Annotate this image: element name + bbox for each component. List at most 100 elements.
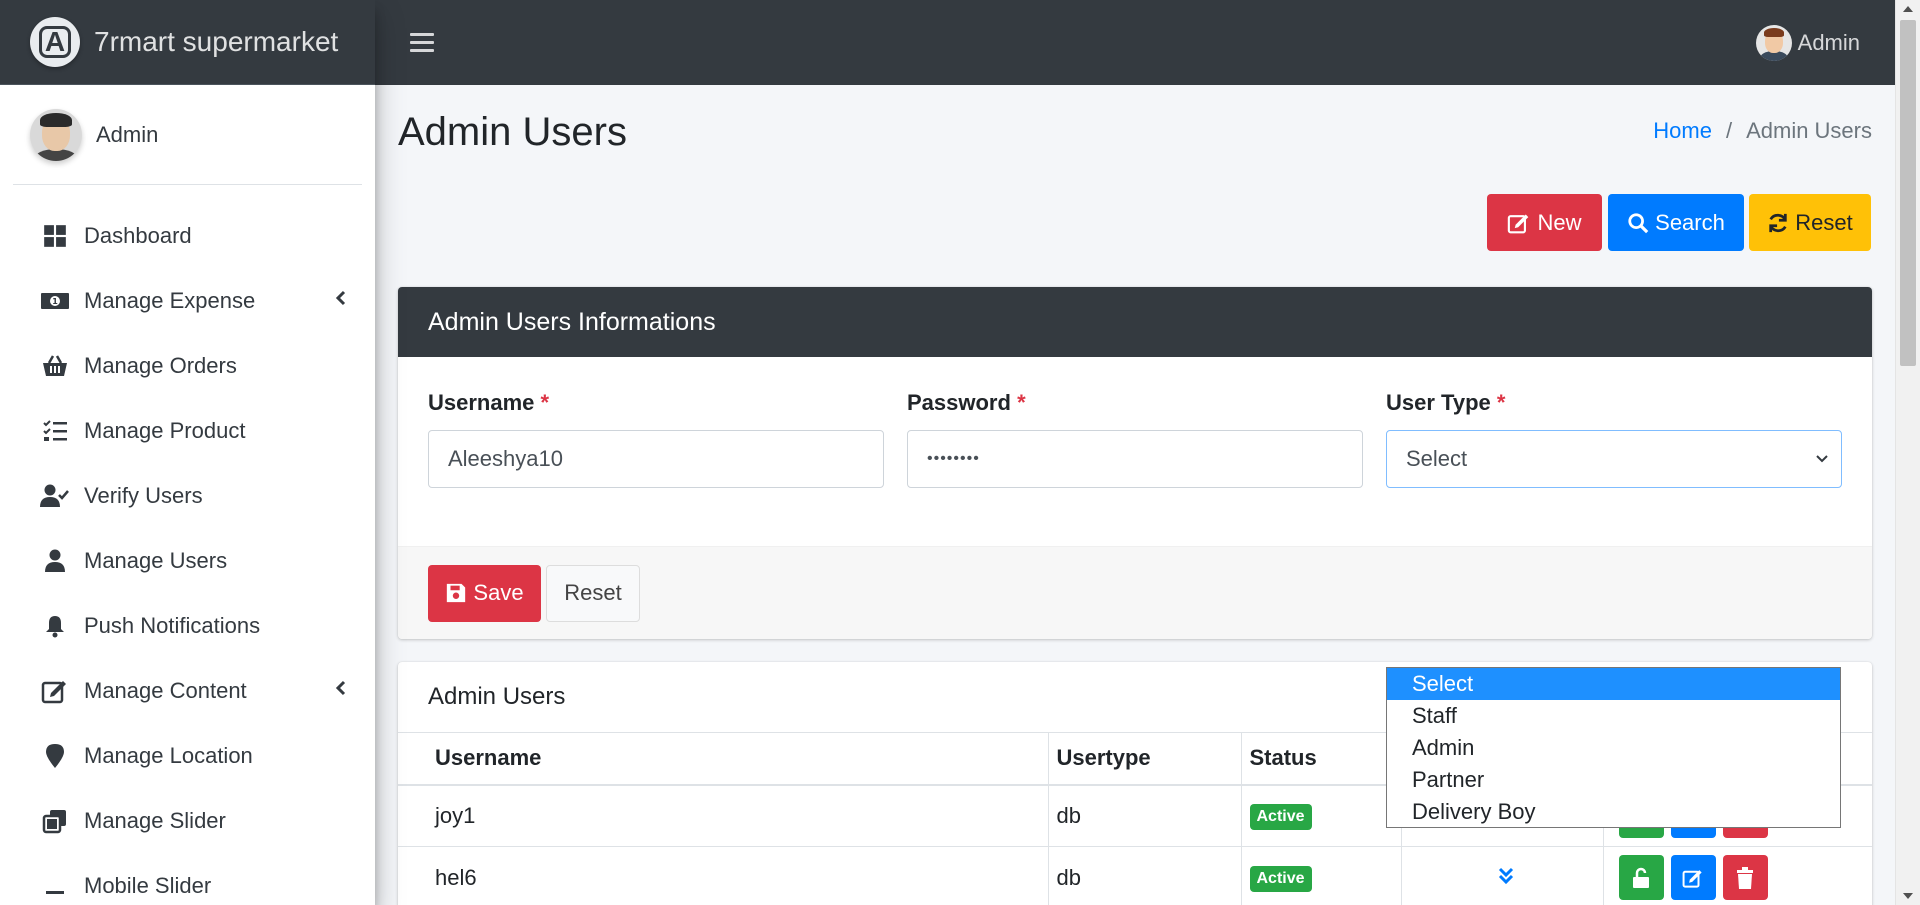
user-type-option[interactable]: Staff: [1387, 700, 1840, 732]
cell-usertype: db: [1047, 846, 1241, 905]
reset-button-label: Reset: [1795, 209, 1853, 235]
cell-status: Active: [1240, 784, 1401, 847]
user-type-select[interactable]: Select: [1386, 430, 1842, 488]
sidebar-item-label: Dashboard: [84, 222, 192, 248]
username-label: Username *: [428, 390, 550, 415]
sidebar-item-label: Manage Expense: [84, 287, 256, 313]
username-input[interactable]: Aleeshya10: [428, 430, 884, 488]
save-button[interactable]: Save: [428, 564, 541, 622]
angle-double-down-icon[interactable]: [1498, 867, 1514, 885]
top-user-name: Admin: [1797, 30, 1860, 55]
password-value: ••••••••: [927, 450, 980, 467]
search-button-label: Search: [1655, 209, 1725, 235]
cell-usertype: db: [1047, 784, 1241, 847]
breadcrumb: Home / Admin Users: [1653, 118, 1872, 144]
breadcrumb-home-link[interactable]: Home: [1653, 118, 1712, 144]
sidebar-item-verify-users[interactable]: Verify Users: [0, 463, 375, 528]
sidebar-item-push-notifications[interactable]: Push Notifications: [0, 593, 375, 658]
user-panel: Admin: [13, 85, 362, 185]
sidebar-item-label: Mobile Slider: [84, 872, 212, 898]
user-icon: [40, 546, 70, 576]
brand-logo-icon: A: [30, 17, 80, 67]
scroll-down-icon[interactable]: [1903, 893, 1913, 899]
svg-text:1: 1: [52, 297, 58, 306]
cell-username: joy1: [398, 784, 1048, 847]
sidebar-item-dashboard[interactable]: Dashboard: [0, 203, 375, 268]
chevron-down-icon: [1816, 455, 1828, 463]
cell-username: hel6: [398, 846, 1048, 905]
column-header-status: Status: [1240, 732, 1401, 786]
sync-icon: [1769, 213, 1787, 232]
new-button-label: New: [1537, 209, 1582, 235]
user-check-icon: [40, 481, 70, 511]
page-scrollbar[interactable]: [1895, 0, 1920, 905]
column-header-usertype: Usertype: [1047, 732, 1241, 786]
menu-toggle-icon[interactable]: [410, 33, 434, 52]
admin-user-form-card: Admin Users Informations Username * Alee…: [398, 287, 1872, 639]
sidebar-item-manage-expense[interactable]: 1 Manage Expense: [0, 268, 375, 333]
edit-button[interactable]: [1670, 855, 1716, 900]
avatar: [30, 108, 82, 161]
sidebar-item-manage-content[interactable]: Manage Content: [0, 658, 375, 723]
scroll-thumb[interactable]: [1900, 20, 1916, 366]
sidebar-user-name[interactable]: Admin: [96, 122, 158, 148]
sidebar: A 7rmart supermarket Admin Dashboard 1 M…: [0, 0, 375, 905]
top-navbar: Admin: [375, 0, 1895, 85]
user-type-option[interactable]: Partner: [1387, 764, 1840, 796]
status-badge[interactable]: Active: [1249, 804, 1312, 831]
basket-icon: [40, 351, 70, 381]
user-type-option[interactable]: Admin: [1387, 732, 1840, 764]
chevron-left-icon: [335, 679, 347, 702]
user-type-dropdown: Select Staff Admin Partner Delivery Boy: [1386, 667, 1841, 828]
reset-button[interactable]: Reset: [1749, 194, 1871, 251]
sidebar-item-label: Manage Orders: [84, 352, 237, 378]
sidebar-nav: Dashboard 1 Manage Expense Manage Orders…: [0, 185, 375, 905]
dashboard-icon: [40, 221, 70, 251]
save-button-label: Save: [473, 580, 524, 605]
search-button[interactable]: Search: [1608, 194, 1744, 251]
status-badge[interactable]: Active: [1249, 866, 1312, 892]
user-type-option[interactable]: Delivery Boy: [1387, 796, 1840, 828]
unlock-button[interactable]: [1618, 855, 1664, 900]
delete-button[interactable]: [1722, 855, 1768, 900]
sidebar-item-label: Verify Users: [84, 482, 203, 508]
edit-icon: [1508, 214, 1529, 233]
breadcrumb-current: Admin Users: [1746, 118, 1872, 143]
form-card-footer: Save Reset: [398, 546, 1872, 639]
save-icon: [447, 583, 466, 603]
user-type-option[interactable]: Select: [1387, 668, 1840, 700]
sidebar-item-mobile-slider[interactable]: Mobile Slider: [0, 853, 375, 905]
sidebar-item-manage-location[interactable]: Manage Location: [0, 723, 375, 788]
trash-icon: [1737, 866, 1753, 889]
map-marker-icon: [40, 741, 70, 771]
new-button[interactable]: New: [1487, 194, 1602, 251]
bell-icon: [40, 611, 70, 641]
sidebar-item-label: Manage Content: [84, 677, 247, 703]
breadcrumb-separator: /: [1725, 118, 1733, 143]
scroll-up-icon[interactable]: [1903, 6, 1913, 12]
sidebar-item-label: Push Notifications: [84, 612, 261, 638]
minus-icon: [40, 871, 70, 901]
edit-icon: [40, 676, 70, 706]
edit-icon: [1682, 869, 1702, 888]
password-input[interactable]: ••••••••: [907, 430, 1363, 488]
password-label: Password *: [907, 390, 1026, 415]
clone-icon: [40, 806, 70, 836]
user-type-label: User Type *: [1386, 390, 1506, 415]
search-icon: [1628, 212, 1649, 233]
page-title: Admin Users: [398, 110, 627, 154]
sidebar-item-manage-users[interactable]: Manage Users: [0, 528, 375, 593]
form-reset-button[interactable]: Reset: [546, 564, 640, 622]
sidebar-item-manage-slider[interactable]: Manage Slider: [0, 788, 375, 853]
chevron-left-icon: [335, 289, 347, 312]
cell-actions: [1602, 846, 1872, 905]
sidebar-item-manage-product[interactable]: Manage Product: [0, 398, 375, 463]
unlock-icon: [1633, 867, 1649, 888]
sidebar-item-label: Manage Slider: [84, 807, 226, 833]
top-user-menu[interactable]: Admin: [1755, 25, 1860, 61]
brand-link[interactable]: A 7rmart supermarket: [0, 0, 375, 85]
brand-name: 7rmart supermarket: [94, 26, 339, 57]
form-card-header: Admin Users Informations: [398, 287, 1872, 357]
sidebar-item-manage-orders[interactable]: Manage Orders: [0, 333, 375, 398]
sidebar-item-label: Manage Location: [84, 742, 253, 768]
